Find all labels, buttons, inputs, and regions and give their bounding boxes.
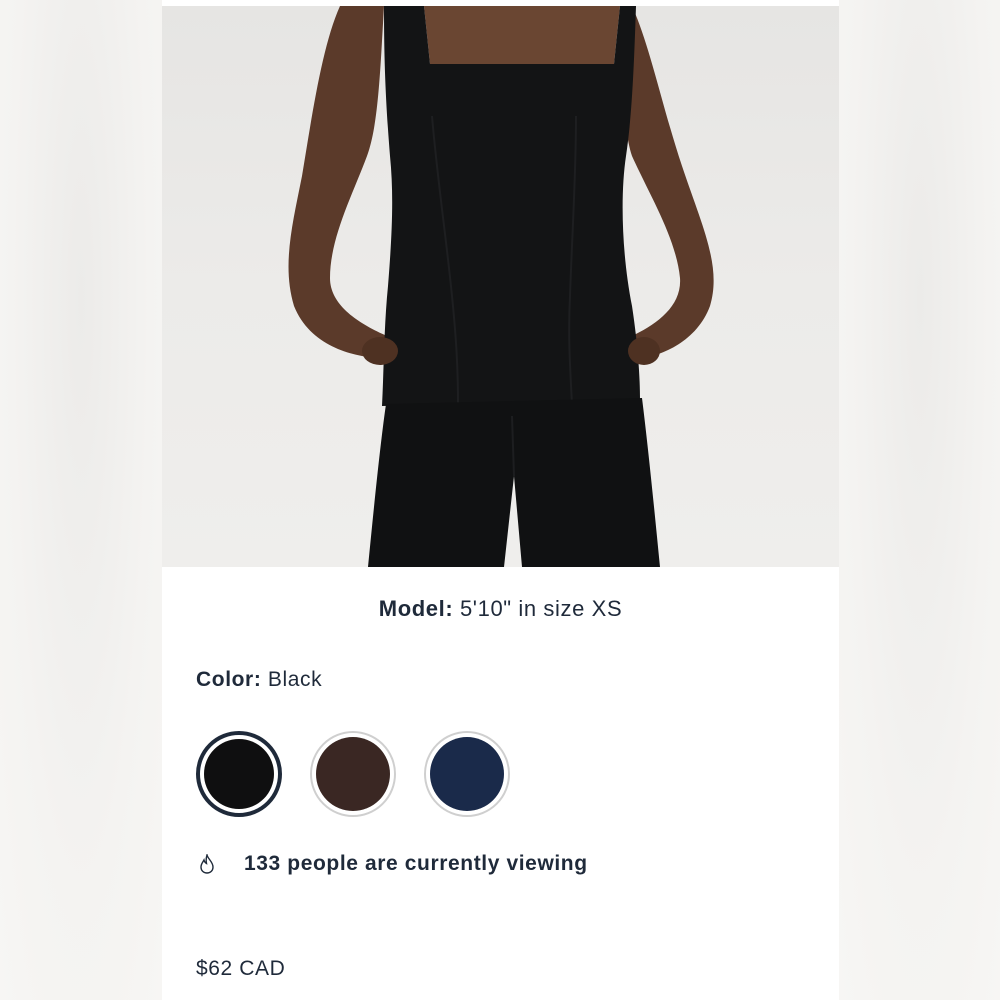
product-price: $62 CAD — [196, 957, 286, 980]
swatch-black-dot — [204, 739, 274, 809]
swatch-navy[interactable] — [424, 731, 510, 817]
swatch-brown-dot — [316, 737, 390, 811]
model-value: 5'10" in size XS — [459, 596, 623, 621]
viewer-count-text: 133 people are currently viewing — [244, 852, 588, 875]
color-swatches — [196, 731, 510, 819]
model-info: Model: 5'10" in size XS — [162, 596, 839, 622]
color-value: Black — [267, 668, 323, 691]
background-right — [839, 0, 1000, 1000]
color-info: Color: Black — [196, 668, 322, 692]
swatch-black[interactable] — [196, 731, 282, 817]
swatch-brown[interactable] — [310, 731, 396, 817]
swatch-navy-dot — [430, 737, 504, 811]
model-label: Model: — [378, 596, 454, 621]
product-photo-illustration — [288, 6, 714, 567]
product-image[interactable] — [162, 6, 839, 567]
color-label: Color: — [196, 668, 262, 691]
flame-icon — [200, 854, 214, 874]
viewer-count: 133 people are currently viewing — [196, 852, 588, 876]
product-detail-page: Model: 5'10" in size XS Color: Black 133… — [162, 0, 839, 1000]
background-left — [0, 0, 162, 1000]
